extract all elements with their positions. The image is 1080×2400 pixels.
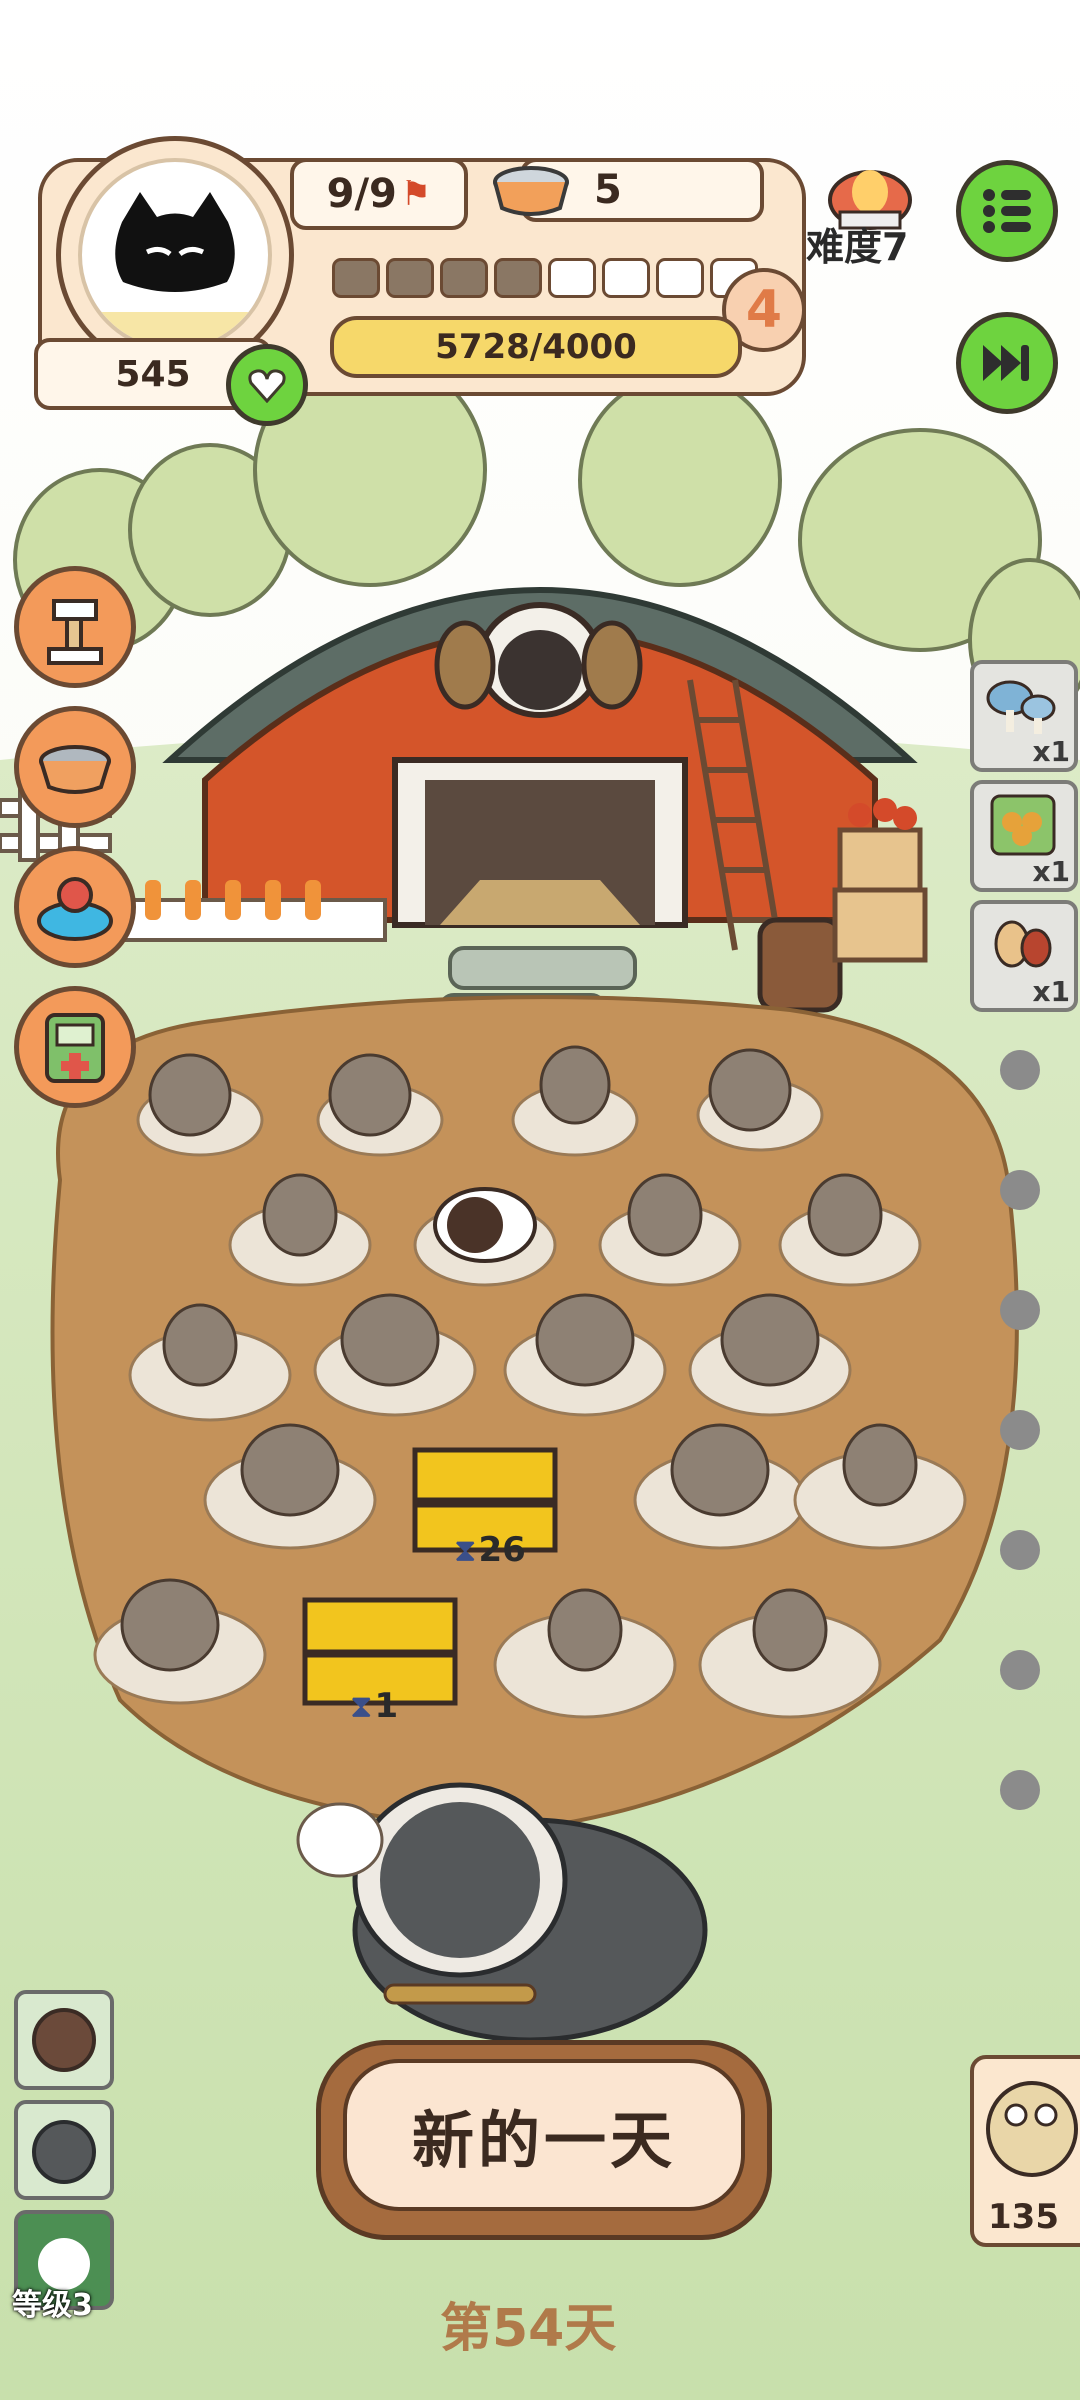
mushroom-icon — [986, 680, 1056, 734]
item-count: x1 — [1032, 855, 1070, 888]
segment — [602, 258, 650, 298]
difficulty-indicator[interactable]: 难度7 — [806, 150, 930, 270]
profile-score: 545 — [115, 353, 191, 395]
food-count: 5 — [594, 167, 622, 213]
item-count: x1 — [1032, 975, 1070, 1008]
hourglass-icon: ⧗ — [454, 1530, 477, 1569]
bed-icon — [37, 877, 113, 941]
list-icon — [983, 189, 1031, 233]
food-bowl-button[interactable] — [14, 706, 136, 828]
cookie-icon — [990, 794, 1056, 856]
fast-forward-icon — [983, 345, 1029, 381]
cat-tree-button[interactable] — [14, 566, 136, 688]
progress-bar: 5728/4000 — [330, 316, 742, 378]
difficulty-label: 难度7 — [806, 225, 909, 269]
level-badge-number: 4 — [745, 280, 783, 340]
days-box: 9/9 ⚑ — [290, 158, 468, 230]
owl-icon — [986, 2081, 1078, 2177]
slot-bowl[interactable] — [14, 1990, 114, 2090]
menu-button[interactable] — [956, 160, 1058, 262]
fast-forward-button[interactable] — [956, 312, 1058, 414]
segment — [656, 258, 704, 298]
medkit-icon — [45, 1013, 105, 1083]
new-day-button-face: 新的一天 — [343, 2059, 745, 2211]
day-label: 第54天 — [440, 2299, 617, 2359]
cage-timer-2: ⧗ 1 — [350, 1686, 398, 1726]
segment — [494, 258, 542, 298]
segment — [332, 258, 380, 298]
food-bowl-icon — [490, 160, 572, 220]
guinea-pig — [433, 1187, 537, 1263]
peanut-icon — [994, 920, 1052, 968]
mascot-card[interactable]: 135 — [970, 2055, 1080, 2247]
cookie-item[interactable]: x1 — [970, 780, 1078, 892]
segment — [386, 258, 434, 298]
energy-segments — [332, 258, 764, 298]
slot-cat[interactable] — [14, 2100, 114, 2200]
heart-icon — [248, 369, 286, 403]
cat-face-icon — [32, 2120, 96, 2184]
cage-timer-1: ⧗ 26 — [454, 1530, 526, 1570]
item-count: x1 — [1032, 735, 1070, 768]
cage-timer-value: 1 — [374, 1686, 399, 1726]
bed-button[interactable] — [14, 846, 136, 968]
days-count: 9/9 — [326, 171, 397, 217]
avatar[interactable] — [78, 158, 272, 352]
level-label: 等级3 — [12, 2288, 93, 2323]
medkit-button[interactable] — [14, 986, 136, 1108]
mascot-count: 135 — [988, 2197, 1059, 2237]
segment — [548, 258, 596, 298]
new-day-button[interactable]: 新的一天 — [316, 2040, 772, 2240]
segment — [440, 258, 488, 298]
hourglass-icon: ⧗ — [350, 1686, 373, 1725]
bowl-icon — [39, 745, 111, 794]
flag-icon: ⚑ — [400, 174, 432, 214]
black-cat-icon — [82, 192, 268, 348]
cat-tree-icon — [47, 599, 103, 665]
new-day-label: 新的一天 — [411, 2104, 676, 2177]
mushroom-item[interactable]: x1 — [970, 660, 1078, 772]
cage-timer-value: 26 — [478, 1530, 526, 1570]
heart-badge[interactable] — [226, 344, 308, 426]
progress-text: 5728/4000 — [435, 327, 637, 367]
peanut-item[interactable]: x1 — [970, 900, 1078, 1012]
dish-icon — [32, 2008, 96, 2072]
